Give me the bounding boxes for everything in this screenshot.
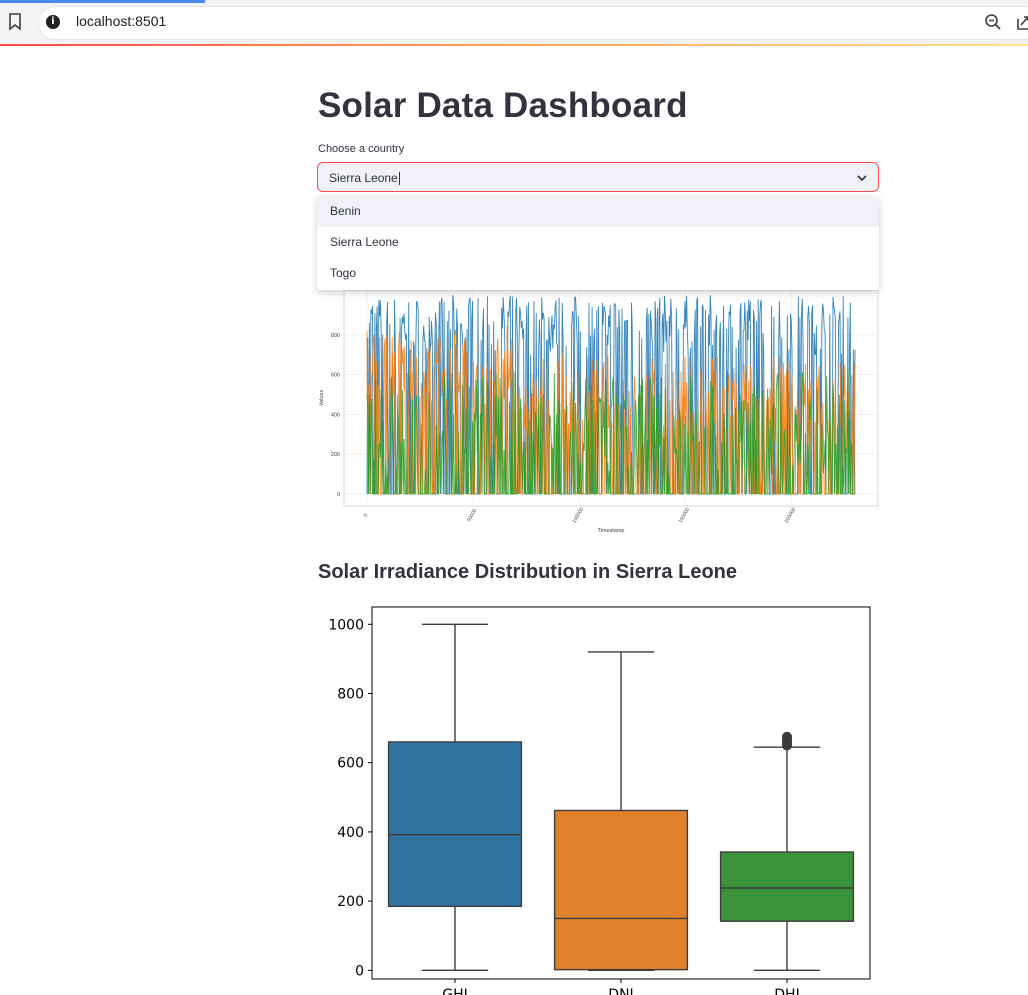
ts-x-tick-label: 200000 [784, 507, 798, 525]
country-select-label: Choose a country [318, 143, 405, 155]
dropdown-option-togo[interactable]: Togo [317, 258, 879, 289]
boxplot-box-dhi [719, 851, 855, 922]
boxplot-y-tick-label: 800 [337, 687, 364, 703]
app-header-decoration [0, 44, 1028, 46]
ts-x-tick-label: 50000 [466, 508, 478, 523]
boxplot-box-ghi [387, 741, 523, 908]
ts-y-tick-label: 600 [331, 373, 340, 379]
boxplot-y-tick-label: 400 [337, 825, 364, 841]
page-load-progress [0, 0, 205, 3]
boxplot-y-tick-label: 200 [337, 894, 364, 910]
irradiance-boxplot-chart: 0 200 400 600 800 1000 GHI DNI DHI [328, 606, 871, 995]
ts-y-tick-label: 0 [337, 492, 340, 498]
boxplot-section-title: Solar Irradiance Distribution in Sierra … [318, 561, 737, 583]
ts-y-tick-label: 400 [331, 412, 340, 418]
boxplot-x-tick-label: DHI [774, 987, 799, 995]
ts-x-tick-label: 0 [363, 513, 370, 519]
irradiance-timeseries-chart: 0 200 400 600 800 0 50000 100000 150000 200000 Tim… [319, 290, 879, 534]
boxplot-y-tick-label: 600 [337, 756, 364, 772]
page-title: Solar Data Dashboard [318, 86, 688, 125]
url-text[interactable]: localhost:8501 [76, 13, 166, 29]
zoom-out-icon[interactable] [984, 13, 1002, 31]
ts-x-axis-label: Timestamp [598, 528, 625, 534]
ts-y-tick-label: 200 [331, 452, 340, 458]
ts-y-axis-label: Values [319, 390, 325, 407]
ts-y-tick-label: 800 [331, 333, 340, 339]
boxplot-x-tick-label: DNI [608, 987, 633, 995]
browser-toolbar: i localhost:8501 [0, 0, 1028, 45]
chevron-down-icon[interactable] [856, 172, 868, 184]
share-icon[interactable] [1016, 13, 1028, 31]
country-dropdown-menu: Benin Sierra Leone Togo [317, 196, 879, 290]
boxplot-box-dni [553, 809, 689, 971]
country-select-value[interactable]: Sierra Leone [329, 171, 400, 186]
boxplot-outlier [782, 731, 792, 742]
info-icon[interactable]: i [46, 15, 60, 29]
dropdown-option-benin[interactable]: Benin [317, 196, 879, 227]
boxplot-y-tick-label: 1000 [328, 617, 364, 633]
country-select[interactable]: Sierra Leone [317, 162, 879, 192]
dropdown-option-sierra-leone[interactable]: Sierra Leone [317, 227, 879, 258]
ts-x-tick-label: 100000 [572, 507, 586, 525]
text-cursor [398, 172, 400, 186]
bookmark-icon[interactable] [8, 13, 22, 31]
boxplot-x-tick-label: GHI [442, 987, 468, 995]
ts-x-tick-label: 150000 [678, 507, 692, 525]
address-bar[interactable] [38, 6, 1028, 40]
boxplot-y-tick-label: 0 [355, 963, 364, 979]
